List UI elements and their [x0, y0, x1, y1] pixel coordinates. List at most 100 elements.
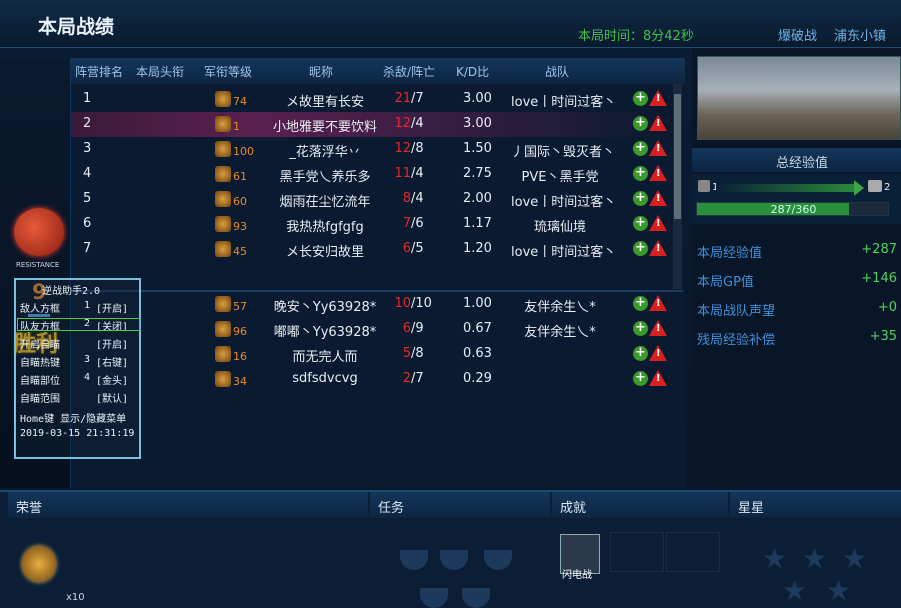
add-friend-button[interactable]: +	[633, 141, 648, 156]
player-deaths: /9	[411, 321, 424, 336]
player-kills: 12	[394, 116, 411, 131]
player-level: 93	[233, 220, 247, 233]
add-friend-button[interactable]: +	[633, 346, 648, 361]
scrollbar-thumb[interactable]	[674, 94, 681, 219]
player-row[interactable]: 7 45 メ长安归故里 6/5 1.20 love丨时间过客丶 +!	[71, 237, 676, 262]
player-row[interactable]: 16 而无完人而 5/8 0.63 +!	[71, 342, 676, 367]
report-button[interactable]: !	[649, 320, 667, 336]
player-deaths: /4	[411, 166, 424, 181]
overlay-option-state: [右键]	[96, 358, 129, 369]
player-name: 烟雨茌尘忆流年	[279, 195, 371, 210]
add-friend-button[interactable]: +	[633, 216, 648, 231]
report-button[interactable]: !	[649, 295, 667, 311]
overlay-option-label: 自瞄部位	[20, 376, 60, 387]
rank-insignia-icon	[215, 116, 231, 132]
player-deaths: /8	[411, 141, 424, 156]
map-preview-image	[697, 56, 901, 140]
player-kills: 12	[394, 141, 411, 156]
player-deaths: /10	[411, 296, 432, 311]
report-button[interactable]: !	[649, 215, 667, 231]
achievement-header: 成就	[552, 492, 728, 518]
match-rewards-panel: 总经验值 1 2 287/360 本局经验值 +287 本局GP值 +146 本局战队声…	[692, 48, 901, 488]
player-deaths: /4	[411, 191, 424, 206]
player-kd: 2.00	[463, 191, 492, 206]
header-bar: 本局战绩 本局时间：8分42秒 爆破战 浦东小镇	[0, 0, 901, 48]
report-button[interactable]: !	[649, 370, 667, 386]
player-row[interactable]: 6 93 我热热fgfgfg 7/6 1.17 琉璃仙境 +!	[71, 212, 676, 237]
overlay-option-key: 4	[84, 372, 91, 383]
player-kills: 7	[402, 216, 411, 231]
add-friend-button[interactable]: +	[633, 91, 648, 106]
add-friend-button[interactable]: +	[633, 321, 648, 336]
player-row[interactable]: 34 sdfsdvcvg 2/7 0.29 +!	[71, 367, 676, 392]
cheat-helper-overlay: 逆战助手2.0 敌人方框 1 [开启] 队友方框 2 [关闭] 开启自瞄 [开启] 自瞄热键 3[…	[14, 278, 141, 459]
report-button[interactable]: !	[649, 115, 667, 131]
player-kd: 3.00	[463, 116, 492, 131]
player-name: メ长安归故里	[285, 245, 364, 260]
trophy-icon	[462, 588, 490, 608]
col-clan: 战队	[545, 65, 570, 79]
report-button[interactable]: !	[649, 90, 667, 106]
add-friend-button[interactable]: +	[633, 241, 648, 256]
player-row[interactable]: 2 1 小地雅要不要饮料 12/4 3.00 +!	[71, 112, 676, 137]
player-row[interactable]: 4 61 黑手党乀养乐多 11/4 2.75 PVE丶黑手党 +!	[71, 162, 676, 187]
player-kills: 10	[394, 296, 411, 311]
add-friend-button[interactable]: +	[633, 116, 648, 131]
rank-insignia-icon	[215, 166, 231, 182]
report-button[interactable]: !	[649, 345, 667, 361]
page-title: 本局战绩	[38, 16, 115, 38]
player-kd: 1.20	[463, 241, 492, 256]
player-name: sdfsdvcvg	[292, 371, 358, 386]
add-friend-button[interactable]: +	[633, 371, 648, 386]
overlay-option-key: 1	[84, 300, 91, 311]
player-level: 1	[233, 120, 240, 133]
report-button[interactable]: !	[649, 190, 667, 206]
player-kills: 6	[402, 321, 411, 336]
player-row[interactable]: 1 74 メ故里有长安 21/7 3.00 love丨时间过客丶 +!	[71, 87, 676, 112]
player-kd: 1.50	[463, 141, 492, 156]
rank-to-icon	[868, 180, 882, 192]
player-level: 16	[233, 350, 247, 363]
player-kills: 8	[402, 191, 411, 206]
add-friend-button[interactable]: +	[633, 191, 648, 206]
player-kd: 0.67	[463, 321, 492, 336]
reward-label: 本局经验值	[697, 246, 763, 261]
player-kd: 1.17	[463, 216, 492, 231]
rank-insignia-icon	[215, 241, 231, 257]
resistance-fist-icon	[14, 208, 64, 256]
rank-insignia-icon	[215, 91, 231, 107]
overlay-option-key: 3	[84, 354, 91, 365]
achievement-slot	[610, 532, 664, 572]
player-clan: love丨时间过客丶	[511, 195, 617, 210]
table-header: 阵营排名 本局头衔 军衔等级 昵称 杀敌/阵亡 K/D比 战队	[71, 58, 685, 84]
trophy-icon	[484, 550, 512, 570]
col-level: 军衔等级	[204, 65, 253, 79]
overlay-option-state: [开启]	[96, 340, 129, 351]
honor-medal-icon[interactable]	[22, 546, 56, 582]
rank-insignia-icon	[215, 296, 231, 312]
player-rank: 3	[83, 141, 92, 156]
player-kills: 21	[394, 91, 411, 106]
player-row[interactable]: 5 60 烟雨茌尘忆流年 8/4 2.00 love丨时间过客丶 +!	[71, 187, 676, 212]
player-name: 我热热fgfgfg	[286, 220, 364, 235]
player-kills: 2	[402, 371, 411, 386]
level-to: 2	[884, 182, 891, 193]
player-row[interactable]: 96 嘟嘟丶Yy63928* 6/9 0.67 友伴余生乀* +!	[71, 317, 676, 342]
player-kd: 0.29	[463, 371, 492, 386]
overlay-timestamp: 2019-03-15 21:31:19	[20, 428, 135, 439]
achievement-name: 闪电战	[562, 570, 592, 581]
player-name: メ故里有长安	[285, 95, 364, 110]
player-row[interactable]: 57 晚安丶Yy63928* 10/10 1.00 友伴余生乀* +!	[71, 292, 676, 317]
player-row[interactable]: 3 100 _花落浮华丷 12/8 1.50 丿国际丶毁灭者丶 +!	[71, 137, 676, 162]
player-level: 100	[233, 145, 254, 158]
report-button[interactable]: !	[649, 140, 667, 156]
rank-insignia-icon	[215, 216, 231, 232]
report-button[interactable]: !	[649, 165, 667, 181]
add-friend-button[interactable]: +	[633, 296, 648, 311]
report-button[interactable]: !	[649, 240, 667, 256]
player-deaths: /7	[411, 91, 424, 106]
player-name: 晚安丶Yy63928*	[273, 300, 377, 315]
add-friend-button[interactable]: +	[633, 166, 648, 181]
player-deaths: /4	[411, 116, 424, 131]
match-time: 本局时间：8分42秒	[578, 29, 694, 44]
